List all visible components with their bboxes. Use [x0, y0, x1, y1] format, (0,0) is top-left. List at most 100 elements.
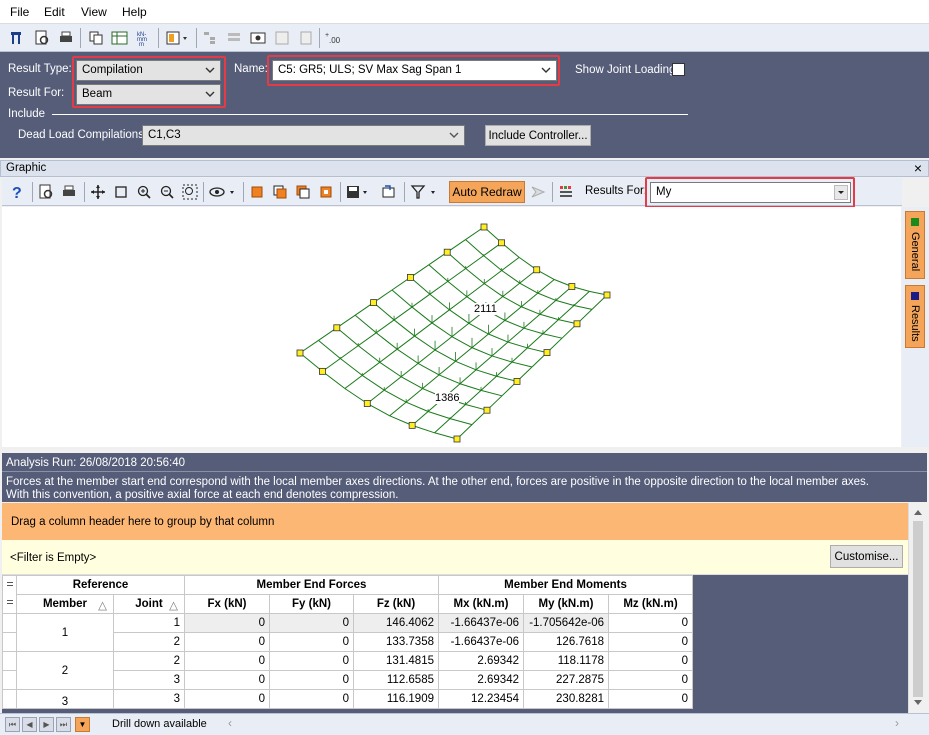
- close-icon[interactable]: ×: [914, 160, 922, 176]
- cell-my: -1.705642e-06: [523, 613, 609, 633]
- zoom-in-icon[interactable]: [133, 181, 155, 203]
- mesh-longitudinal-member: [488, 333, 509, 343]
- dropdown-button[interactable]: [834, 185, 848, 200]
- first-record-icon[interactable]: ⏮: [5, 717, 20, 732]
- last-record-icon[interactable]: ⏭: [56, 717, 71, 732]
- table-row[interactable]: 1 1 0 0 146.4062 -1.66437e-06 -1.705642e…: [2, 613, 693, 652]
- zoom-extents-icon[interactable]: [179, 181, 201, 203]
- show-joint-loading-checkbox[interactable]: [672, 63, 685, 76]
- structure-icon[interactable]: [5, 27, 27, 49]
- row-indicator[interactable]: [2, 632, 17, 652]
- legend-icon[interactable]: [555, 181, 577, 203]
- mesh-transverse-member: [507, 327, 525, 343]
- column-header-mx[interactable]: Mx (kN.m): [438, 594, 524, 614]
- help-icon[interactable]: ?: [6, 181, 28, 203]
- mesh-longitudinal-member: [362, 374, 385, 391]
- cell-fx: 0: [184, 632, 270, 652]
- pan-icon[interactable]: [87, 181, 109, 203]
- tab-general[interactable]: General: [905, 211, 925, 279]
- view-top-icon[interactable]: [292, 181, 314, 203]
- result-for-combo[interactable]: Beam: [76, 84, 221, 105]
- print-icon[interactable]: [58, 181, 80, 203]
- decimal-places-icon[interactable]: + .00: [322, 27, 348, 49]
- menu-edit[interactable]: Edit: [44, 5, 65, 19]
- units-icon[interactable]: kN-mm m: [133, 27, 155, 49]
- graphic-panel-title: Graphic: [6, 162, 47, 174]
- select-box-icon[interactable]: [110, 181, 132, 203]
- menu-help[interactable]: Help: [122, 5, 147, 19]
- redraw-icon[interactable]: [527, 181, 549, 203]
- mesh-transverse-member: [417, 349, 436, 364]
- band-member-end-moments[interactable]: Member End Moments: [438, 575, 693, 595]
- include-controller-button[interactable]: Include Controller...: [485, 125, 591, 146]
- column-header-joint[interactable]: Joint △: [113, 594, 185, 614]
- mesh-longitudinal-member: [455, 360, 477, 371]
- stack-icon[interactable]: [223, 27, 245, 49]
- mesh-longitudinal-member: [438, 374, 461, 385]
- column-header-my[interactable]: My (kN.m): [523, 594, 609, 614]
- tree-icon[interactable]: [199, 27, 221, 49]
- filter-dropdown-icon[interactable]: [408, 181, 442, 203]
- row-indicator[interactable]: [2, 689, 17, 709]
- column-header-member[interactable]: Member △: [16, 594, 114, 614]
- prev-record-icon[interactable]: ◀: [22, 717, 37, 732]
- table-row[interactable]: 2 2 0 0 131.4815 2.69342 118.1178 0: [2, 651, 693, 690]
- mesh-longitudinal-member: [507, 341, 528, 349]
- print-icon[interactable]: [55, 27, 77, 49]
- next-record-icon[interactable]: ▶: [39, 717, 54, 732]
- column-header-fz[interactable]: Fz (kN): [353, 594, 439, 614]
- graphic-canvas[interactable]: 2111 1386: [2, 207, 901, 447]
- view-front-icon[interactable]: [246, 181, 268, 203]
- cell-joint: 3: [113, 670, 185, 690]
- table-row[interactable]: 3 3 0 0 116.1909 12.23454 230.8281 0: [2, 689, 693, 709]
- row-indicator[interactable]: [2, 670, 17, 690]
- cell-mz: 0: [608, 613, 693, 633]
- column-header-fx[interactable]: Fx (kN): [184, 594, 270, 614]
- mesh-transverse-member: [451, 322, 470, 338]
- document-icon[interactable]: [295, 27, 317, 49]
- column-chooser-icon[interactable]: [2, 575, 17, 614]
- band-reference[interactable]: Reference: [16, 575, 185, 595]
- panel-icon[interactable]: [271, 27, 293, 49]
- filter-icon[interactable]: ▼: [75, 717, 90, 732]
- grid-settings-icon[interactable]: [247, 27, 269, 49]
- drill-down-status: Drill down available: [112, 718, 207, 730]
- tab-results[interactable]: Results: [905, 285, 925, 348]
- zoom-out-icon[interactable]: [156, 181, 178, 203]
- mesh-transverse-member: [511, 347, 528, 363]
- column-header-fy[interactable]: Fy (kN): [269, 594, 354, 614]
- name-value: C5: GR5; ULS; SV Max Sag Span 1: [278, 64, 462, 76]
- print-preview-icon[interactable]: [31, 27, 53, 49]
- layout-dropdown-icon[interactable]: [163, 27, 193, 49]
- menu-file[interactable]: File: [10, 5, 29, 19]
- filter-bar: <Filter is Empty> Customise...: [2, 540, 908, 575]
- view-side-icon[interactable]: [269, 181, 291, 203]
- customise-button[interactable]: Customise...: [830, 545, 903, 568]
- row-indicator[interactable]: [2, 651, 17, 671]
- menu-view[interactable]: View: [81, 5, 107, 19]
- dead-load-combo[interactable]: C1,C3: [142, 125, 465, 146]
- group-by-panel[interactable]: Drag a column header here to group by th…: [2, 503, 908, 540]
- view-dropdown-icon[interactable]: [206, 181, 240, 203]
- result-type-combo[interactable]: Compilation: [76, 60, 221, 81]
- scroll-right-icon[interactable]: ›: [895, 716, 899, 730]
- mesh-transverse-member: [434, 418, 451, 434]
- grid-vertical-scrollbar[interactable]: [908, 503, 927, 713]
- mesh-transverse-member: [471, 333, 489, 349]
- reset-view-icon[interactable]: [378, 181, 400, 203]
- column-header-mz[interactable]: Mz (kN.m): [608, 594, 693, 614]
- auto-redraw-button[interactable]: Auto Redraw: [449, 181, 525, 203]
- save-dropdown-icon[interactable]: [343, 181, 373, 203]
- copy-icon[interactable]: [85, 27, 107, 49]
- results-for-combo[interactable]: My: [650, 182, 851, 203]
- side-tabs: General Results: [902, 207, 929, 447]
- scroll-left-icon[interactable]: ‹: [228, 716, 232, 730]
- view-iso-icon[interactable]: [315, 181, 337, 203]
- row-indicator[interactable]: [2, 613, 17, 633]
- name-combo[interactable]: C5: GR5; ULS; SV Max Sag Span 1: [272, 60, 557, 81]
- print-preview-icon[interactable]: [35, 181, 57, 203]
- band-member-end-forces[interactable]: Member End Forces: [184, 575, 439, 595]
- export-excel-icon[interactable]: [109, 27, 131, 49]
- mesh-transverse-member: [389, 401, 407, 417]
- mesh-longitudinal-member: [379, 361, 402, 378]
